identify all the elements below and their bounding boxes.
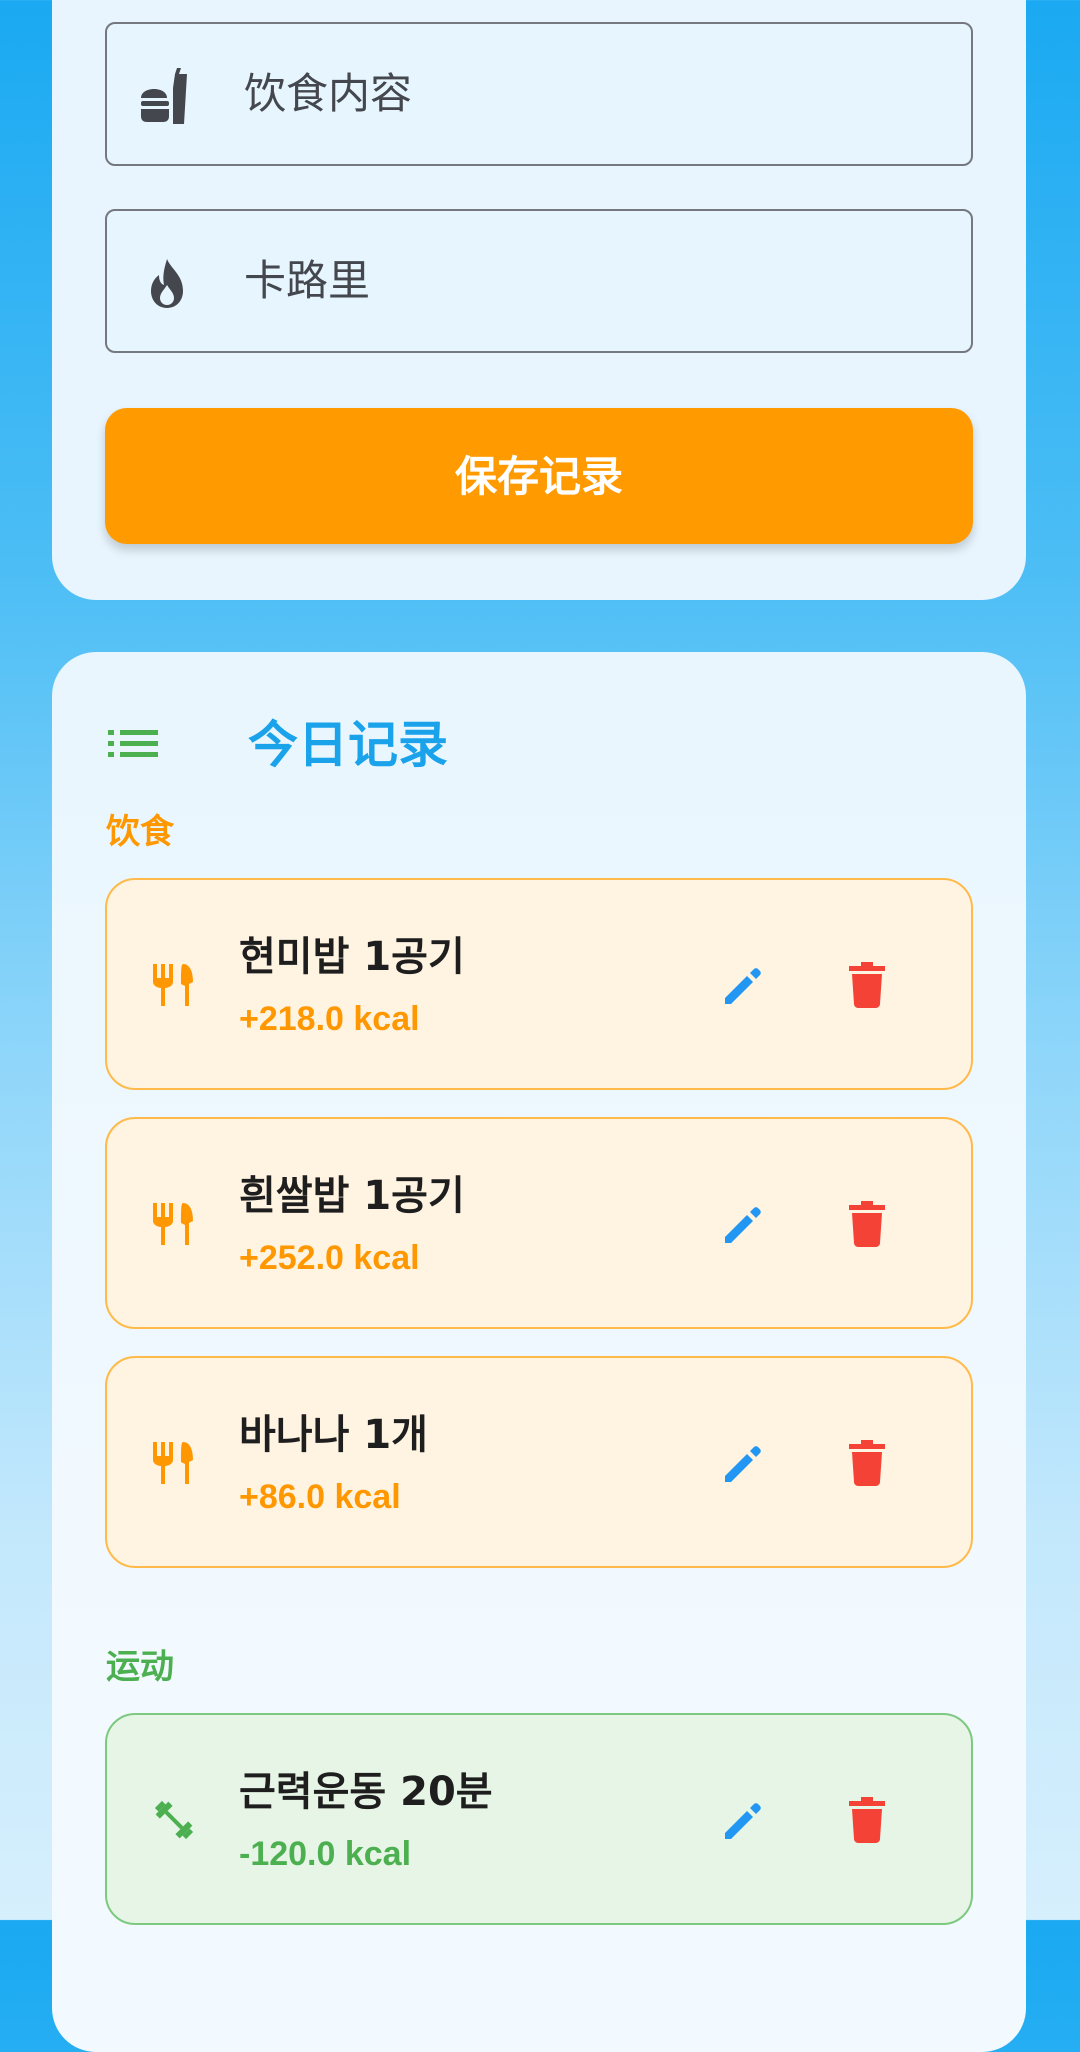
pencil-icon[interactable] xyxy=(719,1201,767,1249)
entry-calories: +218.0 kcal xyxy=(239,1000,420,1038)
restaurant-icon xyxy=(151,1201,197,1247)
exercise-entry: 근력운동 20분 -120.0 kcal xyxy=(105,1713,973,1925)
food-entry: 흰쌀밥 1공기 +252.0 kcal xyxy=(105,1117,973,1329)
food-content-placeholder: 饮食内容 xyxy=(244,69,413,118)
food-entry: 바나나 1개 +86.0 kcal xyxy=(105,1356,973,1568)
pencil-icon[interactable] xyxy=(719,1440,767,1488)
food-entry: 현미밥 1공기 +218.0 kcal xyxy=(105,878,973,1090)
entry-name: 흰쌀밥 1공기 xyxy=(239,1173,465,1219)
fastfood-icon xyxy=(137,66,197,126)
pencil-icon[interactable] xyxy=(719,1797,767,1845)
record-form-card: 饮食内容 卡路里 保存记录 xyxy=(52,0,1026,600)
today-records-card: 今日记录 饮食 현미밥 1공기 +218.0 kcal 흰쌀밥 1공기 +252… xyxy=(52,652,1026,2052)
list-icon xyxy=(108,724,158,764)
calorie-field[interactable]: 卡路里 xyxy=(105,209,973,353)
exercise-section-label: 运动 xyxy=(106,1647,174,1687)
calorie-placeholder: 卡路里 xyxy=(244,256,371,305)
entry-name: 근력운동 20분 xyxy=(239,1769,493,1815)
food-section-label: 饮食 xyxy=(106,812,174,852)
fire-icon xyxy=(137,253,197,313)
entry-name: 현미밥 1공기 xyxy=(239,934,465,980)
trash-icon[interactable] xyxy=(847,1440,887,1486)
trash-icon[interactable] xyxy=(847,962,887,1008)
restaurant-icon xyxy=(151,1440,197,1486)
records-title: 今日记录 xyxy=(248,716,448,774)
entry-calories: +252.0 kcal xyxy=(239,1239,420,1277)
save-record-button[interactable]: 保存记录 xyxy=(105,408,973,544)
entry-name: 바나나 1개 xyxy=(239,1412,428,1458)
entry-calories: +86.0 kcal xyxy=(239,1478,401,1516)
food-content-field[interactable]: 饮食内容 xyxy=(105,22,973,166)
trash-icon[interactable] xyxy=(847,1797,887,1843)
restaurant-icon xyxy=(151,962,197,1008)
trash-icon[interactable] xyxy=(847,1201,887,1247)
pencil-icon[interactable] xyxy=(719,962,767,1010)
dumbbell-icon xyxy=(151,1797,197,1843)
entry-calories: -120.0 kcal xyxy=(239,1835,412,1873)
